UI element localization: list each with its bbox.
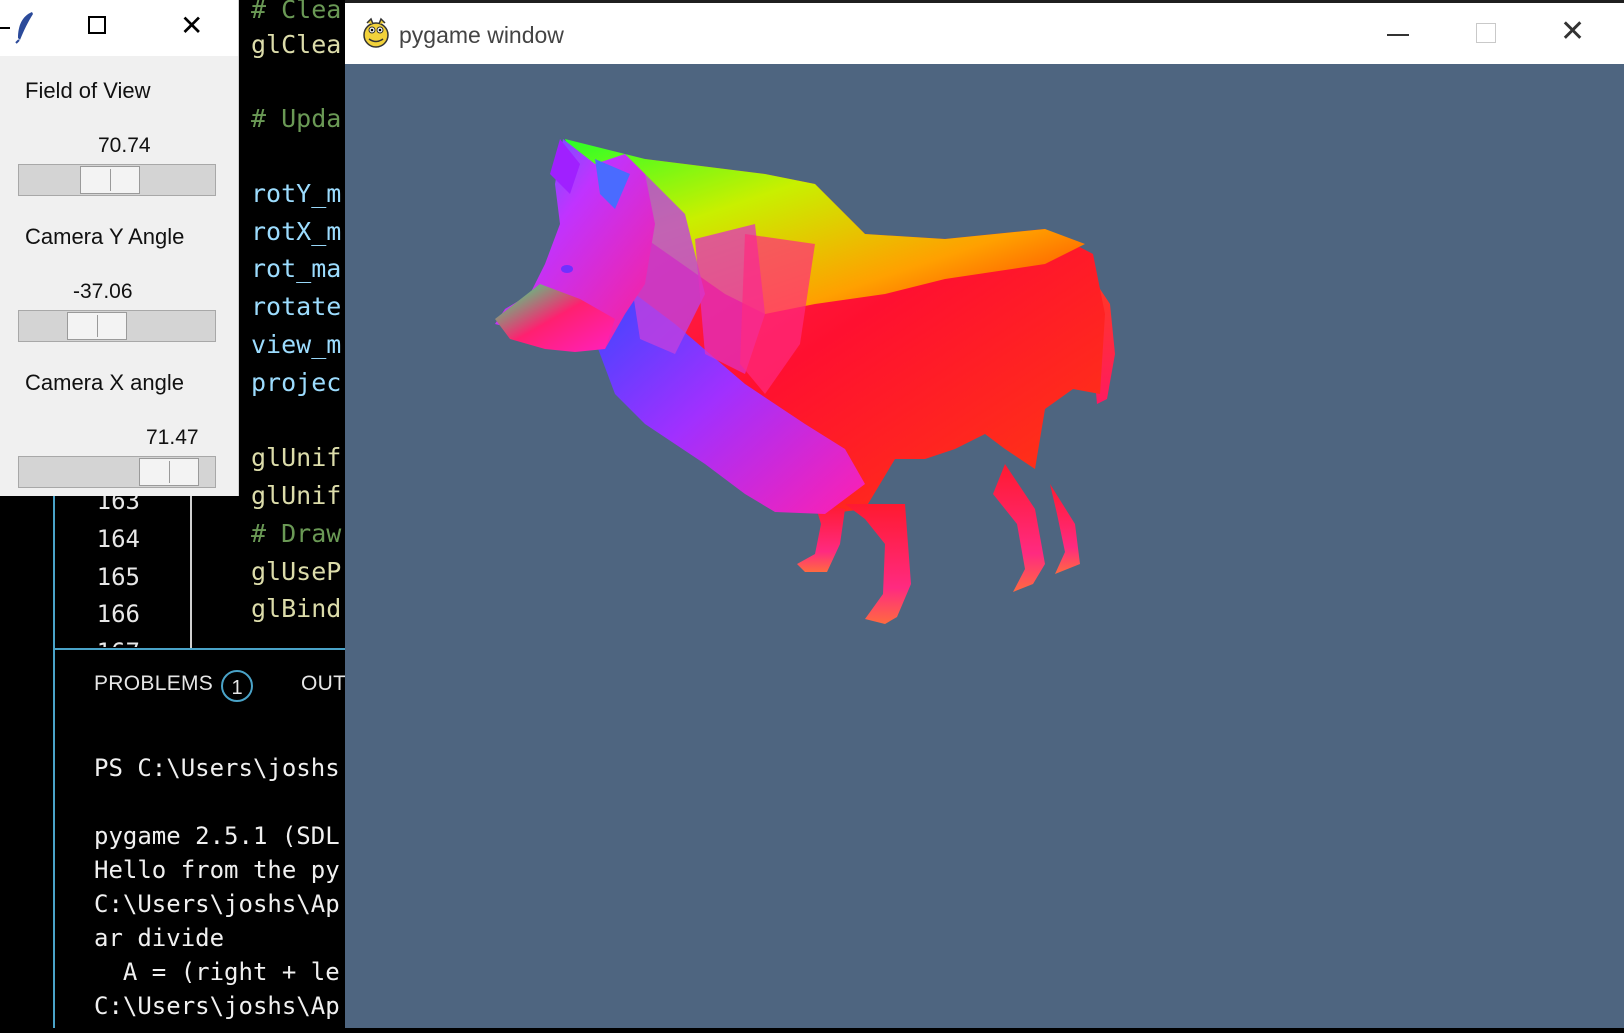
camera-x-slider[interactable] xyxy=(18,456,216,488)
code-line[interactable]: projec xyxy=(251,368,341,398)
minimize-button[interactable] xyxy=(1387,34,1409,36)
line-number: 166 xyxy=(96,600,140,628)
code-line[interactable]: # Upda xyxy=(251,104,341,134)
close-button[interactable]: ✕ xyxy=(1560,17,1585,47)
fov-value: 70.74 xyxy=(98,134,151,157)
line-number: 167 xyxy=(60,637,140,647)
code-line[interactable]: rotX_m xyxy=(251,217,341,247)
terminal-line: A = (right + le xyxy=(94,958,340,986)
camera-x-slider-thumb[interactable] xyxy=(139,458,199,486)
tab-problems[interactable]: PROBLEMS xyxy=(94,672,213,696)
pygame-titlebar[interactable]: pygame window ✕ xyxy=(345,3,1624,64)
code-line[interactable]: rotate xyxy=(251,292,341,322)
terminal-line: C:\Users\joshs\Ap xyxy=(94,992,340,1020)
code-line[interactable]: glUnif xyxy=(251,443,341,473)
camera-x-value: 71.47 xyxy=(146,426,199,449)
terminal-line: PS C:\Users\joshs xyxy=(94,754,340,782)
code-line[interactable]: view_m xyxy=(251,330,341,360)
code-line[interactable]: glUnif xyxy=(251,481,341,511)
code-line[interactable]: glBind xyxy=(251,594,341,624)
terminal-line: pygame 2.5.1 (SDL xyxy=(94,822,340,850)
render-viewport[interactable] xyxy=(345,64,1624,1028)
problems-count-badge: 1 xyxy=(221,670,253,702)
close-button[interactable]: ✕ xyxy=(180,12,203,40)
terminal-line: C:\Users\joshs\Ap xyxy=(94,890,340,918)
camera-x-label: Camera X angle xyxy=(25,370,184,395)
maximize-button[interactable] xyxy=(1476,23,1496,43)
wolf-3d-model xyxy=(495,139,1115,624)
minimize-button[interactable] xyxy=(0,27,10,29)
code-line[interactable]: # Draw xyxy=(251,519,341,549)
fov-slider-thumb[interactable] xyxy=(80,166,140,194)
pygame-snake-icon xyxy=(363,17,389,48)
code-line[interactable]: glClea xyxy=(251,30,341,60)
code-line[interactable]: rotY_m xyxy=(251,179,341,209)
terminal-line: Hello from the py xyxy=(94,856,340,884)
pygame-window: pygame window ✕ xyxy=(345,0,1624,1028)
camera-y-slider-thumb[interactable] xyxy=(67,312,127,340)
line-number: 165 xyxy=(96,563,140,591)
fov-label: Field of View xyxy=(25,78,151,103)
tk-feather-icon xyxy=(15,12,33,44)
camera-controls-window: ✕ Field of View 70.74 Camera Y Angle -37… xyxy=(0,0,239,496)
tab-output[interactable]: OUT xyxy=(301,672,346,696)
maximize-button[interactable] xyxy=(88,16,106,34)
line-number: 164 xyxy=(96,525,140,553)
code-line[interactable]: glUseP xyxy=(251,557,341,587)
fov-slider[interactable] xyxy=(18,164,216,196)
code-line[interactable]: rot_ma xyxy=(251,254,341,284)
pygame-window-title: pygame window xyxy=(399,22,564,48)
terminal-line: ar divide xyxy=(94,924,225,952)
camera-y-slider[interactable] xyxy=(18,310,216,342)
controls-titlebar[interactable]: ✕ xyxy=(0,0,238,56)
camera-y-label: Camera Y Angle xyxy=(25,224,185,249)
camera-y-value: -37.06 xyxy=(73,280,133,303)
code-line[interactable]: # Clea xyxy=(251,0,341,25)
